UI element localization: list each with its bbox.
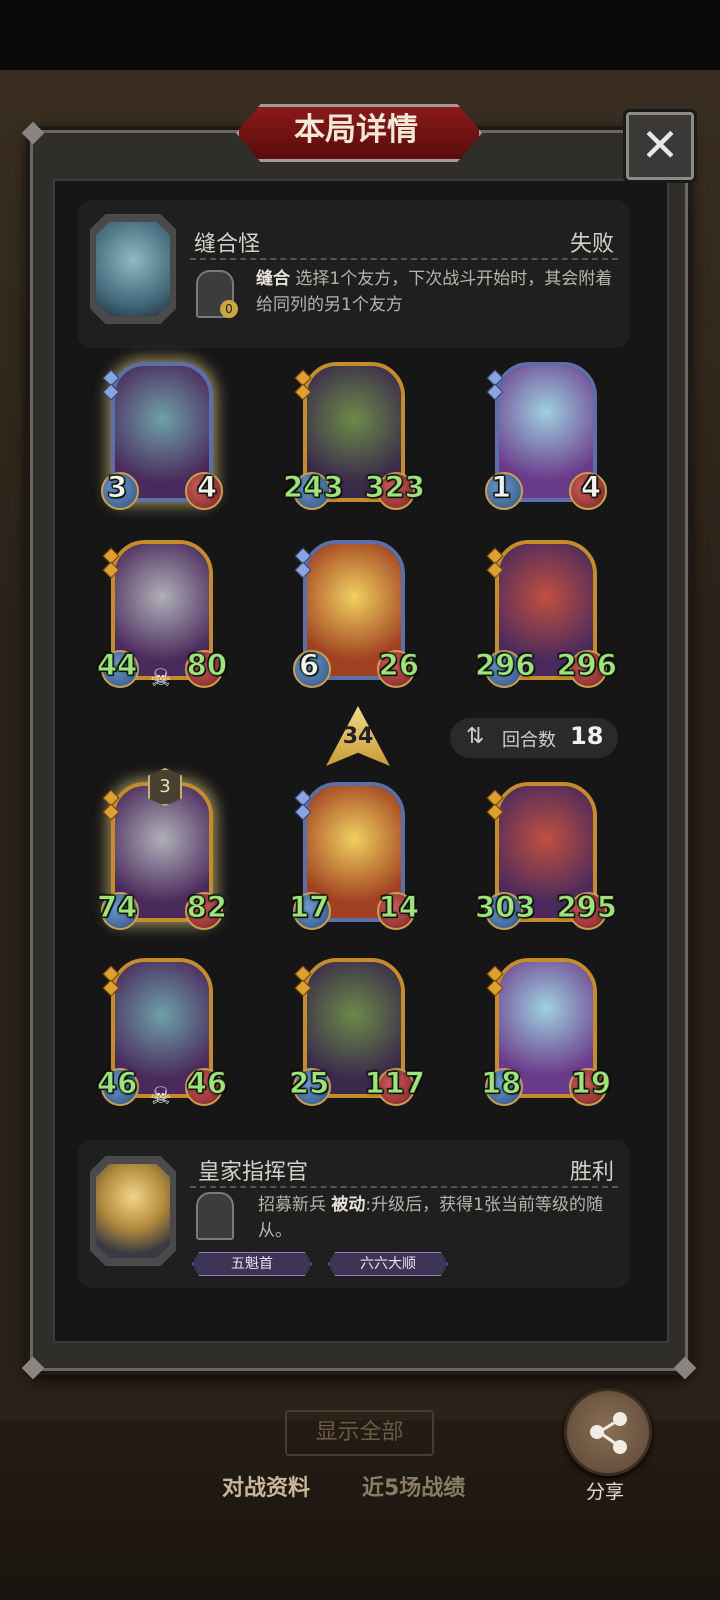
- health-value: 295: [556, 890, 618, 925]
- tab-battle-info[interactable]: 对战资料: [222, 1470, 310, 1502]
- page-title: 本局详情: [294, 112, 418, 148]
- attack-value: 17: [288, 890, 330, 925]
- skull-icon: ☠: [150, 1082, 172, 1110]
- power-description: 选择1个友方，下次战斗开始时，其会附着给同列的另1个友方: [256, 269, 613, 315]
- player-hero-name: 皇家指挥官: [198, 1160, 309, 1185]
- tab-recent-matches[interactable]: 近5场战绩: [362, 1470, 465, 1502]
- achievement-badge[interactable]: 五魁首: [192, 1252, 312, 1276]
- attack-value: 3: [106, 470, 128, 505]
- player-result: 胜利: [569, 1160, 614, 1185]
- opponent-hero-portrait[interactable]: [90, 214, 176, 324]
- health-value: 82: [186, 890, 227, 925]
- health-value: 4: [580, 470, 601, 505]
- attack-value: 44: [96, 648, 138, 683]
- opponent-result: 失败: [569, 232, 614, 257]
- opponent-minion-card[interactable]: 6 26: [293, 540, 420, 690]
- attack-value: 296: [475, 648, 537, 683]
- health-value: 296: [556, 648, 618, 683]
- health-value: 46: [186, 1066, 227, 1101]
- attack-value: 243: [283, 470, 345, 505]
- attack-value: 303: [475, 890, 537, 925]
- round-counter: ⇅ 回合数 18: [450, 718, 618, 758]
- opponent-minion-card[interactable]: 296 296: [475, 540, 617, 690]
- attack-value: 25: [288, 1066, 330, 1101]
- player-power-desc: 招募新兵 被动:升级后，获得1张当前等级的随从。: [258, 1192, 618, 1244]
- share-button[interactable]: [564, 1388, 652, 1476]
- close-button[interactable]: ✕: [626, 112, 694, 180]
- player-minion-card[interactable]: 17 14: [288, 782, 420, 932]
- refresh-icon: ⇅: [466, 724, 485, 749]
- player-minion-card[interactable]: 303 295: [475, 782, 617, 932]
- player-minion-card[interactable]: 25 117: [288, 958, 425, 1108]
- player-hero-portrait[interactable]: [90, 1156, 176, 1266]
- opponent-minion-card[interactable]: 44 80 ☠: [96, 540, 228, 692]
- damage-indicator: 34: [326, 706, 390, 766]
- achievement-badge[interactable]: 六六大顺: [328, 1252, 448, 1276]
- opponent-minion-card[interactable]: 34: [101, 362, 223, 512]
- divider: [190, 258, 618, 260]
- opponent-hero-section: 缝合怪 失败 0 缝合 选择1个友方，下次战斗开始时，其会附着给同列的另1个友方: [78, 200, 630, 348]
- opponent-power-desc: 缝合 选择1个友方，下次战斗开始时，其会附着给同列的另1个友方: [256, 266, 616, 318]
- opponent-hero-name: 缝合怪: [194, 232, 261, 257]
- power-cost: 0: [220, 300, 238, 318]
- share-icon: [590, 1412, 627, 1454]
- power-type: 被动: [331, 1195, 366, 1215]
- level-tag: 3: [148, 768, 182, 806]
- round-value: 18: [570, 722, 604, 750]
- power-name: 招募新兵: [258, 1195, 326, 1215]
- health-value: 4: [196, 470, 217, 505]
- health-value: 80: [186, 648, 227, 683]
- attack-value: 46: [96, 1066, 138, 1101]
- hero-power-icon[interactable]: [196, 1192, 234, 1240]
- health-value: 19: [570, 1066, 611, 1101]
- power-name: 缝合: [256, 269, 290, 289]
- skull-icon: ☠: [150, 664, 172, 692]
- opponent-minion-card[interactable]: 14: [485, 362, 607, 512]
- title-banner: 本局详情: [222, 100, 490, 162]
- health-value: 26: [378, 648, 419, 683]
- player-minion-card[interactable]: 18 19: [480, 958, 612, 1108]
- health-value: 323: [364, 470, 426, 505]
- close-icon: ✕: [640, 118, 680, 172]
- attack-value: 18: [480, 1066, 522, 1101]
- damage-value: 34: [342, 724, 374, 749]
- status-bar-area: [0, 0, 720, 70]
- opponent-minion-card[interactable]: 243 323: [283, 362, 425, 512]
- player-hero-section: 皇家指挥官 胜利 招募新兵 被动:升级后，获得1张当前等级的随从。 五魁首 六六…: [78, 1140, 630, 1288]
- share-label: 分享: [585, 1481, 624, 1503]
- divider: [190, 1186, 618, 1188]
- health-value: 14: [378, 890, 419, 925]
- attack-value: 74: [96, 890, 138, 925]
- attack-value: 1: [490, 470, 512, 505]
- round-label: 回合数: [502, 730, 556, 751]
- health-value: 117: [364, 1066, 426, 1101]
- attack-value: 6: [298, 648, 320, 683]
- player-minion-card[interactable]: 46 46 ☠: [96, 958, 228, 1110]
- show-all-button[interactable]: 显示全部: [285, 1410, 434, 1456]
